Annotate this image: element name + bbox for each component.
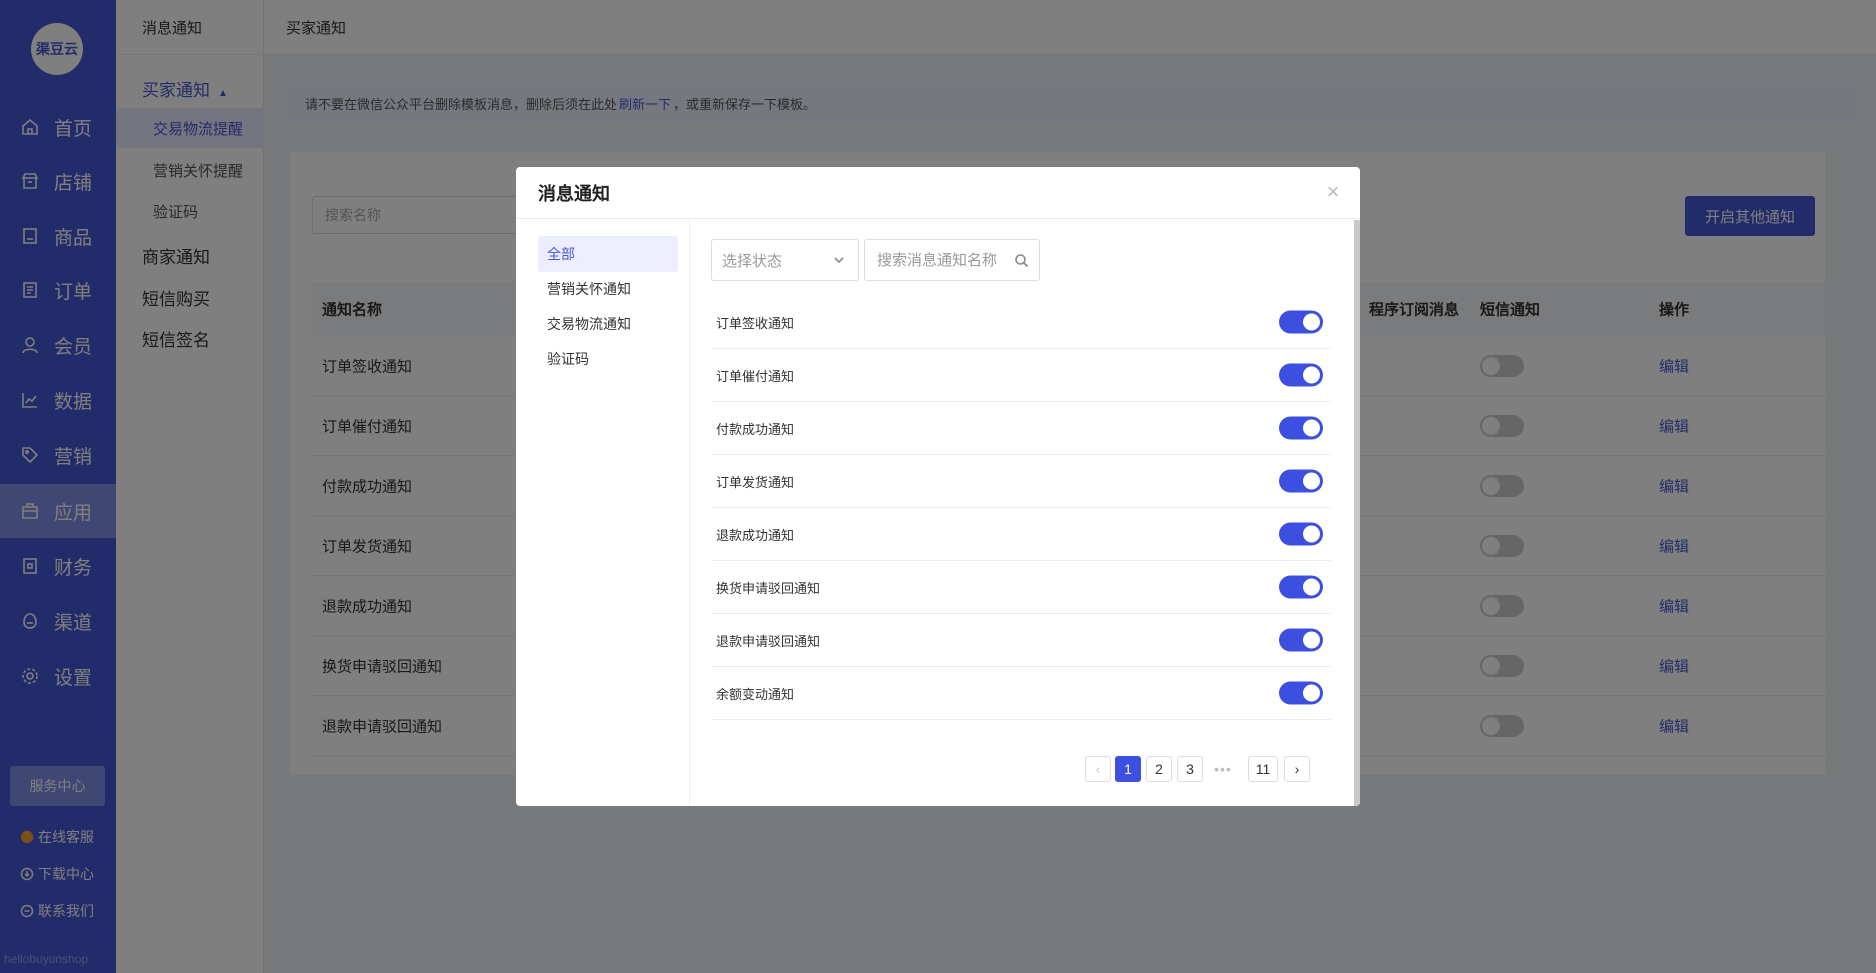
message-search [864,239,1040,281]
message-name: 余额变动通知 [716,686,795,702]
message-search-input[interactable] [877,251,1017,269]
message-name: 退款成功通知 [716,527,795,543]
status-select-placeholder: 选择状态 [722,252,783,270]
message-name: 付款成功通知 [716,421,795,437]
enable-toggle[interactable] [1279,522,1323,546]
enable-toggle[interactable] [1279,628,1323,652]
message-row: 付款成功通知 [711,402,1331,455]
enable-toggle[interactable] [1279,575,1323,599]
pager-page-3[interactable]: 3 [1177,756,1203,782]
category-list: 全部 营销关怀通知 交易物流通知 验证码 [516,220,690,806]
message-name: 换货申请驳回通知 [716,580,821,596]
modal-title: 消息通知 [538,183,610,204]
message-row: 订单签收通知 [711,296,1331,349]
chevron-down-icon [832,253,846,267]
pager-next[interactable]: › [1284,756,1310,782]
modal-header: 消息通知 [516,167,1360,219]
pager-page-11[interactable]: 11 [1248,756,1278,782]
pager-prev[interactable]: ‹ [1085,756,1111,782]
message-row: 退款申请驳回通知 [711,614,1331,667]
pager-page-1[interactable]: 1 [1115,756,1141,782]
message-row: 订单发货通知 [711,455,1331,508]
enable-toggle[interactable] [1279,681,1323,705]
message-name: 订单签收通知 [716,315,795,331]
category-all[interactable]: 全部 [538,236,678,272]
message-row: 换货申请驳回通知 [711,561,1331,614]
enable-toggle[interactable] [1279,469,1323,493]
category-verify-code[interactable]: 验证码 [538,341,678,377]
close-icon[interactable]: × [1322,181,1344,203]
status-select[interactable]: 选择状态 [711,239,859,281]
message-name: 订单催付通知 [716,368,795,384]
message-panel: 选择状态 订单签收通知 订单催付通知 付款成功通知 订单发货通知 退款成功通知 [691,220,1360,806]
search-icon[interactable] [1014,253,1029,268]
category-logistics[interactable]: 交易物流通知 [538,306,678,342]
message-name: 退款申请驳回通知 [716,633,821,649]
message-notification-modal: 消息通知 × 全部 营销关怀通知 交易物流通知 验证码 选择状态 订单签收通知 … [516,167,1360,806]
enable-toggle[interactable] [1279,416,1323,440]
enable-toggle[interactable] [1279,310,1323,334]
pager-ellipsis[interactable]: ••• [1210,756,1236,782]
message-row: 余额变动通知 [711,667,1331,720]
modal-scrollbar[interactable] [1354,220,1360,806]
enable-toggle[interactable] [1279,363,1323,387]
pager-page-2[interactable]: 2 [1146,756,1172,782]
message-name: 订单发货通知 [716,474,795,490]
message-row: 退款成功通知 [711,508,1331,561]
message-row: 订单催付通知 [711,349,1331,402]
category-marketing-care[interactable]: 营销关怀通知 [538,271,678,307]
